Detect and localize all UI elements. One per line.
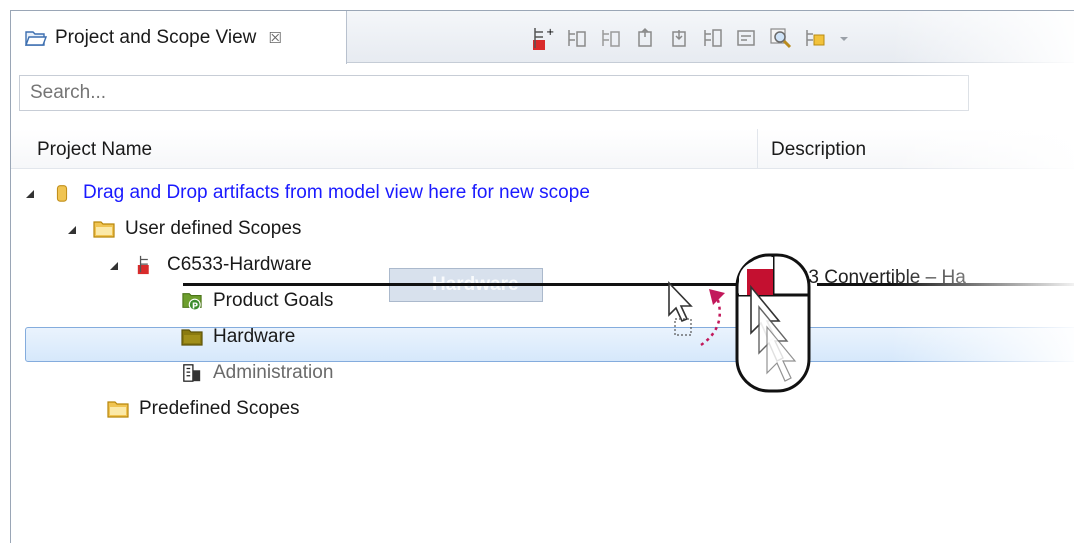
expanded-triangle-icon[interactable] xyxy=(23,186,37,200)
building-icon xyxy=(183,364,201,382)
move-down-icon[interactable] xyxy=(667,26,691,50)
project-scope-icon xyxy=(137,255,149,275)
tree-row-c6533-hardware[interactable]: C6533-Hardware xyxy=(107,247,312,283)
tree-row-administration[interactable]: Administration xyxy=(181,355,333,391)
move-up-icon[interactable] xyxy=(633,26,657,50)
goals-folder-icon: P xyxy=(182,293,202,311)
svg-text:P: P xyxy=(192,300,198,310)
folder-open-icon xyxy=(25,30,47,46)
tree-row-predefined-scopes[interactable]: Predefined Scopes xyxy=(107,391,300,427)
tab-title: Project and Scope View xyxy=(55,26,257,48)
copy-icon[interactable] xyxy=(701,26,725,50)
tab-bar: Project and Scope View ☒ + xyxy=(11,11,1074,64)
filter-icon[interactable] xyxy=(735,26,759,50)
svg-text:+: + xyxy=(546,27,554,38)
tree-label-predefined-scopes: Predefined Scopes xyxy=(139,398,300,419)
folder-icon xyxy=(93,221,115,238)
expanded-triangle-icon[interactable] xyxy=(107,258,121,272)
database-icon xyxy=(56,185,68,202)
tree-row-root[interactable]: Drag and Drop artifacts from model view … xyxy=(23,175,590,211)
folder-icon xyxy=(107,401,129,418)
search-input[interactable] xyxy=(19,75,969,111)
column-header-description[interactable]: Description xyxy=(771,139,866,161)
add-icon[interactable] xyxy=(565,26,589,50)
folder-icon xyxy=(181,329,203,346)
scope-wizard-icon[interactable] xyxy=(803,26,827,50)
drag-mouse-illustration xyxy=(668,253,811,393)
tree-label-c6533-hardware: C6533-Hardware xyxy=(167,254,312,275)
expanded-triangle-icon[interactable] xyxy=(65,222,79,236)
new-scope-icon[interactable]: + xyxy=(531,26,555,50)
tree-row-hardware[interactable]: Hardware xyxy=(181,319,295,355)
column-header-project-name[interactable]: Project Name xyxy=(37,139,152,161)
drop-target-hint: Drag and Drop artifacts from model view … xyxy=(83,182,590,203)
drag-cursor-icon xyxy=(668,281,693,336)
view-toolbar: + xyxy=(531,24,861,52)
project-scope-view-panel: Project and Scope View ☒ + Project Name … xyxy=(10,10,1074,543)
tree-label-administration: Administration xyxy=(213,362,334,383)
mouse-icon xyxy=(735,253,811,393)
tree-row-product-goals[interactable]: P Product Goals xyxy=(181,283,333,319)
column-headers: Project Name Description xyxy=(11,129,1074,169)
tree-label-hardware: Hardware xyxy=(213,326,296,347)
search-scope-icon[interactable] xyxy=(769,26,793,50)
dropdown-icon[interactable] xyxy=(837,26,861,50)
tree-label-user-defined-scopes: User defined Scopes xyxy=(125,218,302,239)
tree-label-product-goals: Product Goals xyxy=(213,290,334,311)
close-icon[interactable]: ☒ xyxy=(268,29,281,47)
tree-row-user-defined-scopes[interactable]: User defined Scopes xyxy=(65,211,301,247)
tab-project-scope-view[interactable]: Project and Scope View ☒ xyxy=(11,11,347,64)
column-separator[interactable] xyxy=(757,129,758,169)
remove-icon[interactable] xyxy=(599,26,623,50)
